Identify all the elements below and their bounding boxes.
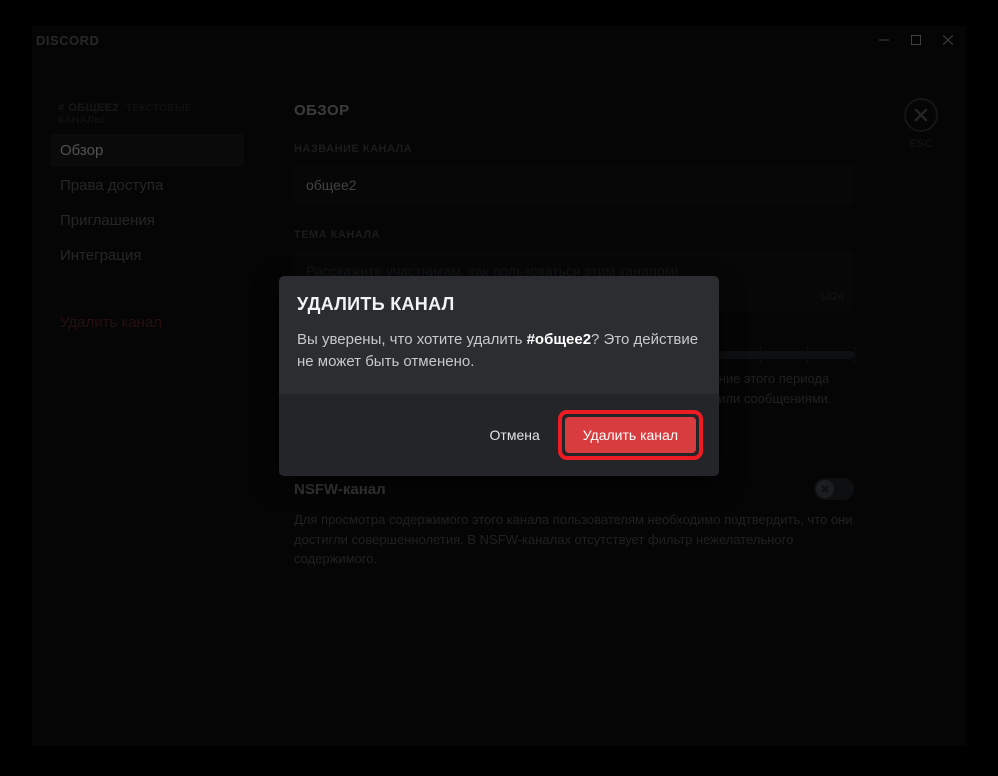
delete-channel-modal: УДАЛИТЬ КАНАЛ Вы уверены, что хотите уда… <box>279 276 719 477</box>
modal-footer: Отмена Удалить канал <box>279 394 719 476</box>
cancel-button[interactable]: Отмена <box>490 427 540 443</box>
modal-overlay: УДАЛИТЬ КАНАЛ Вы уверены, что хотите уда… <box>32 26 966 746</box>
modal-title: УДАЛИТЬ КАНАЛ <box>297 294 701 315</box>
modal-channel-name: #общее2 <box>527 331 591 348</box>
delete-channel-button[interactable]: Удалить канал <box>565 417 696 453</box>
modal-text: Вы уверены, что хотите удалить #общее2? … <box>297 329 701 373</box>
delete-button-highlight: Удалить канал <box>558 410 703 460</box>
